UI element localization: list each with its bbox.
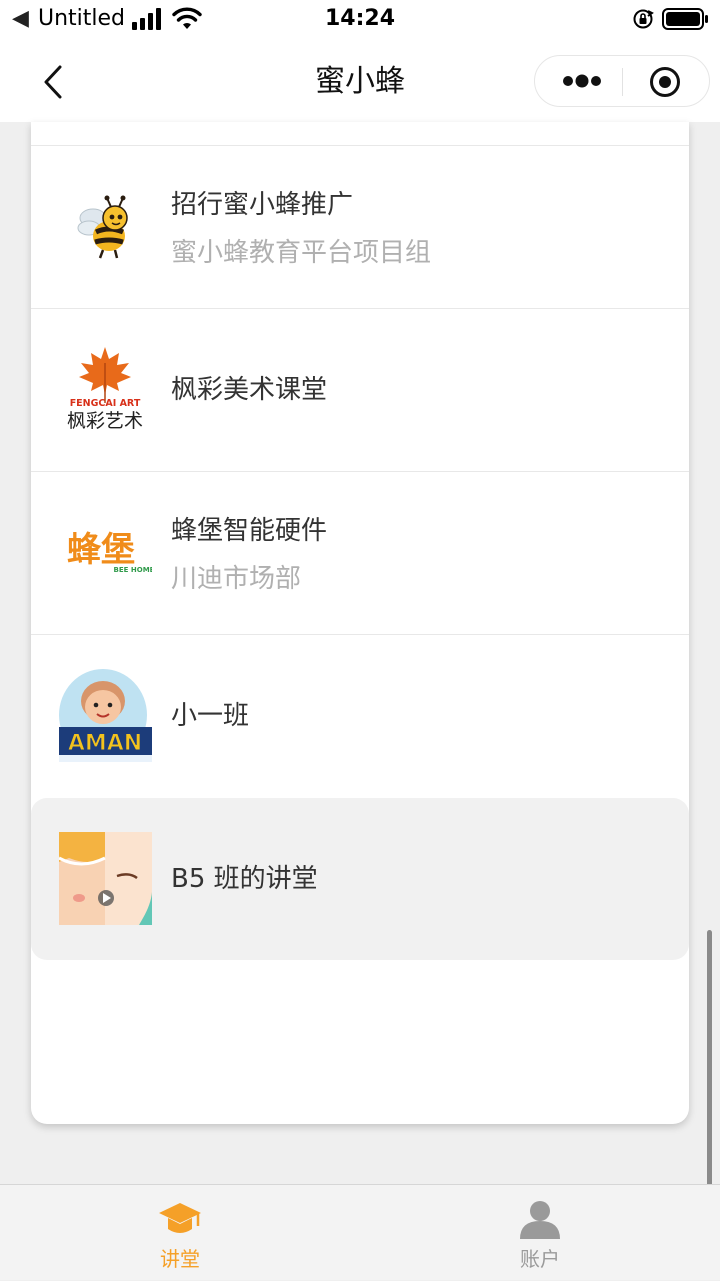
- tab-lecture[interactable]: 讲堂: [0, 1185, 360, 1281]
- list-item[interactable]: 招行蜜小蜂推广 蜜小蜂教育平台项目组: [31, 145, 689, 307]
- status-bar: ◀ Untitled 14:24: [0, 0, 720, 40]
- item-title: 蜂堡智能硬件: [171, 516, 328, 546]
- scroll-indicator[interactable]: [707, 930, 712, 1195]
- item-title: 小一班: [171, 701, 250, 731]
- tab-account[interactable]: 账户: [360, 1185, 720, 1281]
- fengcai-art-logo-icon: FENGCAI ART 枫彩艺术: [59, 343, 152, 436]
- item-subtitle: 蜜小蜂教育平台项目组: [171, 238, 432, 268]
- beehome-logo-icon: 蜂堡 BEE HOME: [59, 506, 152, 599]
- fengcai-logo-text: FENGCAI ART: [70, 398, 141, 409]
- tab-bar: 讲堂 账户: [0, 1184, 720, 1280]
- miniprogram-capsule: [534, 55, 710, 107]
- close-miniprogram-icon[interactable]: [649, 66, 681, 98]
- capsule-divider: [622, 68, 623, 96]
- item-title: 枫彩美术课堂: [171, 375, 328, 405]
- tab-lecture-label: 讲堂: [160, 1247, 200, 1271]
- graduation-cap-icon: [159, 1203, 201, 1233]
- fengcai-logo-cn: 枫彩艺术: [67, 410, 143, 432]
- list-item[interactable]: FENGCAI ART 枫彩艺术 枫彩美术课堂: [31, 308, 689, 470]
- more-options-icon[interactable]: [561, 70, 603, 92]
- item-title: 招行蜜小蜂推广: [171, 190, 354, 220]
- rotation-lock-icon: [633, 9, 654, 29]
- beehome-logo-text: BEE HOME: [114, 566, 152, 574]
- status-time: 14:24: [324, 6, 396, 31]
- bee-logo-icon: [59, 180, 152, 273]
- list-item[interactable]: B5 班的讲堂: [31, 798, 689, 960]
- tab-account-label: 账户: [520, 1247, 560, 1271]
- beehome-logo-cn: 蜂堡: [67, 530, 135, 570]
- lecture-list-card: 招行蜜小蜂推广 蜜小蜂教育平台项目组 FENGCAI ART 枫彩艺术 枫彩美术…: [31, 122, 689, 1124]
- list-item[interactable]: 蜂堡 BEE HOME 蜂堡智能硬件 川迪市场部: [31, 471, 689, 633]
- user-icon: [520, 1201, 560, 1239]
- list-item[interactable]: AMAN 小一班: [31, 634, 689, 796]
- cartoon-kid-logo-icon: AMAN: [59, 669, 152, 762]
- battery-icon: [662, 8, 708, 30]
- cartoon-logo-text: AMAN: [68, 731, 142, 756]
- item-subtitle: 川迪市场部: [171, 564, 302, 594]
- baby-video-thumbnail-icon: [59, 832, 152, 925]
- nav-bar: 蜜小蜂: [0, 40, 720, 122]
- item-title: B5 班的讲堂: [171, 864, 318, 894]
